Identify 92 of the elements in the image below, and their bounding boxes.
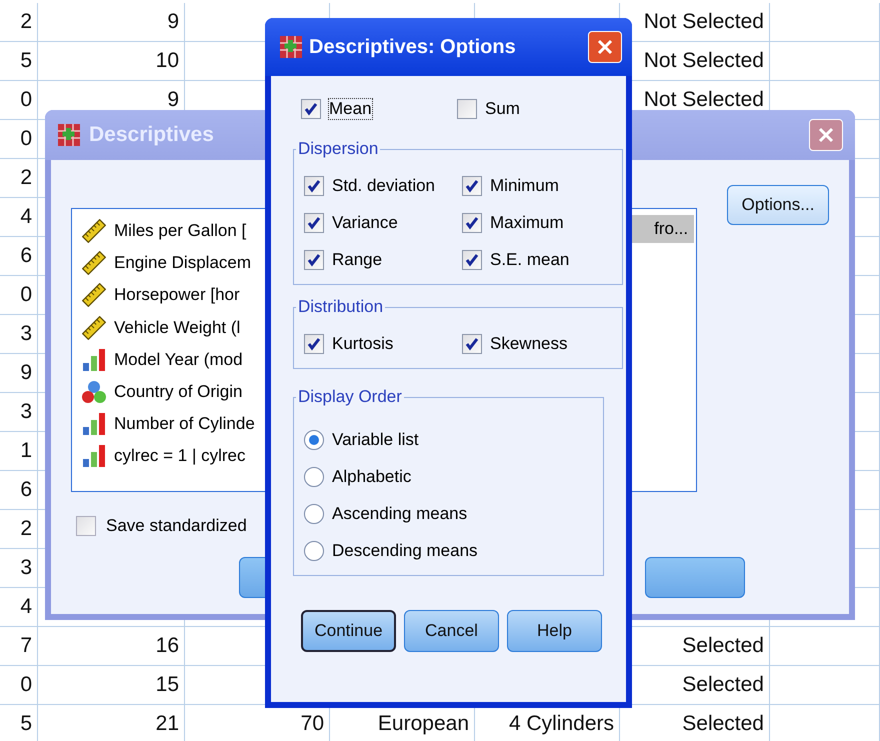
table-cell: 0 — [20, 673, 32, 697]
variable-item[interactable]: cylrec = 1 | cylrec — [114, 446, 246, 466]
table-cell: Not Selected — [644, 88, 764, 112]
circles-icon — [82, 380, 106, 404]
table-cell: 15 — [156, 673, 179, 697]
checkbox-label: Std. deviation — [332, 176, 436, 196]
table-cell: European — [378, 712, 469, 736]
table-cell: 5 — [20, 712, 32, 736]
table-cell: 70 — [300, 712, 324, 736]
table-cell: 1 — [20, 439, 32, 463]
radio-label: Variable list — [332, 430, 419, 450]
group-title: Dispersion — [297, 139, 380, 159]
checkbox-label: Sum — [485, 98, 520, 118]
table-cell: 5 — [20, 49, 32, 73]
checkbox-label: Mean — [329, 98, 372, 118]
table-cell: Selected — [682, 673, 764, 697]
variable-item[interactable]: Miles per Gallon [ — [114, 221, 246, 242]
window-title: Descriptives: Options — [309, 36, 517, 58]
table-cell: 6 — [20, 244, 32, 268]
table-cell: 3 — [20, 322, 32, 346]
close-icon — [816, 125, 836, 145]
table-cell: Selected — [682, 634, 764, 658]
table-cell: Not Selected — [644, 49, 764, 73]
checkbox[interactable] — [462, 212, 482, 232]
checkbox[interactable] — [304, 176, 324, 196]
close-icon — [595, 37, 615, 57]
variable-item[interactable]: fro... — [630, 215, 694, 243]
checkbox[interactable] — [301, 98, 321, 118]
table-cell: 4 — [20, 205, 32, 229]
checkbox-label: Maximum — [490, 212, 564, 232]
table-cell: 9 — [167, 88, 179, 112]
checkbox[interactable] — [462, 250, 482, 270]
table-cell: 4 — [20, 595, 32, 619]
checkbox-label: Save standardized — [106, 516, 247, 536]
checkbox[interactable] — [76, 516, 96, 536]
checkbox[interactable] — [462, 176, 482, 196]
table-cell: 10 — [156, 49, 179, 73]
checkbox-label: Kurtosis — [332, 334, 394, 354]
table-cell: 9 — [20, 361, 32, 385]
close-button[interactable] — [588, 31, 622, 63]
table-cell: 0 — [20, 88, 32, 112]
group-title: Distribution — [297, 297, 384, 317]
table-icon — [279, 35, 303, 59]
checkbox[interactable] — [304, 212, 324, 232]
variable-item[interactable]: Country of Origin — [114, 382, 242, 402]
table-cell: 0 — [20, 127, 32, 151]
table-cell: 6 — [20, 478, 32, 502]
radio-button[interactable] — [304, 430, 324, 450]
table-cell: 2 — [20, 166, 32, 190]
checkbox-label: Variance — [332, 212, 398, 232]
checkbox-label: Range — [332, 250, 382, 270]
checkbox[interactable] — [457, 98, 477, 118]
checkbox-label: Minimum — [490, 176, 559, 196]
dialog-button[interactable]: Help — [507, 610, 602, 652]
table-cell: 9 — [167, 10, 179, 34]
table-icon — [57, 123, 81, 147]
table-cell: Not Selected — [644, 10, 764, 34]
radio-button[interactable] — [304, 504, 324, 524]
window-title: Descriptives — [89, 123, 215, 147]
dialog-button[interactable]: Continue — [301, 610, 396, 652]
table-cell: 21 — [156, 712, 179, 736]
checkbox-label: S.E. mean — [490, 250, 570, 270]
checkbox[interactable] — [462, 334, 482, 354]
variable-item[interactable]: Horsepower [hor — [114, 285, 240, 306]
checkbox-label: Skewness — [490, 334, 568, 354]
radio-button[interactable] — [304, 540, 324, 560]
table-cell: Selected — [682, 712, 764, 736]
radio-label: Descending means — [332, 540, 478, 560]
radio-label: Ascending means — [332, 504, 468, 524]
table-cell: 2 — [20, 10, 32, 34]
close-button[interactable] — [809, 119, 843, 151]
variable-item[interactable]: Engine Displacem — [114, 253, 252, 274]
radio-button[interactable] — [304, 466, 324, 486]
table-cell: 0 — [20, 283, 32, 307]
variable-item[interactable]: Vehicle Weight (l — [114, 318, 240, 338]
options-button[interactable]: Options... — [727, 185, 829, 225]
table-cell: 2 — [20, 517, 32, 541]
dialog-button[interactable]: Cancel — [404, 610, 499, 652]
table-cell: 16 — [156, 634, 179, 658]
checkbox[interactable] — [304, 334, 324, 354]
table-cell: 7 — [20, 634, 32, 658]
bar-chart-icon — [82, 412, 106, 436]
table-cell: 3 — [20, 400, 32, 424]
group-title: Display Order — [297, 387, 403, 407]
bar-chart-icon — [82, 444, 106, 468]
table-cell: 3 — [20, 556, 32, 580]
variable-item[interactable]: Model Year (mod — [114, 350, 243, 370]
variable-item[interactable]: Number of Cylinde — [114, 414, 255, 434]
bar-chart-icon — [82, 348, 106, 372]
table-cell: 4 Cylinders — [508, 712, 614, 736]
radio-label: Alphabetic — [332, 466, 412, 486]
checkbox[interactable] — [304, 250, 324, 270]
